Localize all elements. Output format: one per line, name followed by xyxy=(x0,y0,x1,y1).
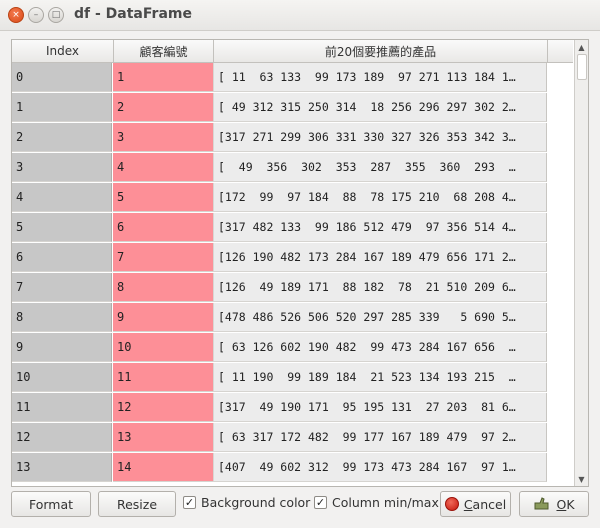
customer-id-cell[interactable]: 3 xyxy=(113,123,214,152)
table-row[interactable]: 2 3 [317 271 299 306 331 330 327 326 353 3… xyxy=(12,123,575,153)
table-row[interactable]: 4 5 [172 99 97 184 88 78 175 210 68 208 4… xyxy=(12,183,575,213)
ok-thumb-icon xyxy=(533,497,551,511)
products-cell[interactable]: [317 482 133 99 186 512 479 97 356 514 4… xyxy=(214,213,547,242)
products-cell[interactable]: [ 11 190 99 189 184 21 523 134 193 215 … xyxy=(214,363,547,392)
index-cell[interactable]: 1 xyxy=(12,93,112,122)
customer-id-cell[interactable]: 1 xyxy=(113,63,214,92)
index-cell[interactable]: 5 xyxy=(12,213,112,242)
index-cell[interactable]: 7 xyxy=(12,273,112,302)
products-cell[interactable]: [ 49 356 302 353 287 355 360 293 … xyxy=(214,153,547,182)
maximize-window-button[interactable]: □ xyxy=(48,7,64,23)
column-header-index[interactable]: Index xyxy=(12,40,114,63)
products-cell[interactable]: [407 49 602 312 99 173 473 284 167 97 1… xyxy=(214,453,547,482)
header-filler xyxy=(548,40,573,63)
column-header-products[interactable]: 前20個要推薦的產品 xyxy=(214,40,548,63)
table-row[interactable]: 5 6 [317 482 133 99 186 512 479 97 356 514… xyxy=(12,213,575,243)
customer-id-cell[interactable]: 7 xyxy=(113,243,214,272)
customer-id-cell[interactable]: 13 xyxy=(113,423,214,452)
products-cell[interactable]: [172 99 97 184 88 78 175 210 68 208 4… xyxy=(214,183,547,212)
dataframe-table[interactable]: Index 顧客編號 前20個要推薦的產品 0 1[ 11 63 133 99 1… xyxy=(11,39,589,487)
table-row[interactable]: 12 13[ 63 317 172 482 99 177 167 189 479 … xyxy=(12,423,575,453)
scroll-thumb[interactable] xyxy=(577,54,587,80)
cancel-button[interactable]: Cancel xyxy=(440,491,511,517)
table-row[interactable]: 13 14 [407 49 602 312 99 173 473 284 167 9… xyxy=(12,453,575,483)
background-color-checkbox[interactable]: ✓ Background color xyxy=(183,495,310,510)
index-cell[interactable]: 0 xyxy=(12,63,112,92)
products-cell[interactable]: [ 63 317 172 482 99 177 167 189 479 97 2… xyxy=(214,423,547,452)
index-cell[interactable]: 6 xyxy=(12,243,112,272)
products-cell[interactable]: [ 49 312 315 250 314 18 256 296 297 302 … xyxy=(214,93,547,122)
customer-id-cell[interactable]: 12 xyxy=(113,393,214,422)
index-cell[interactable]: 11 xyxy=(12,393,112,422)
index-cell[interactable]: 9 xyxy=(12,333,112,362)
customer-id-cell[interactable]: 9 xyxy=(113,303,214,332)
index-cell[interactable]: 12 xyxy=(12,423,112,452)
close-window-button[interactable]: × xyxy=(8,7,24,23)
products-cell[interactable]: [126 49 189 171 88 182 78 21 510 209 6… xyxy=(214,273,547,302)
ok-button[interactable]: OK xyxy=(519,491,589,517)
table-row[interactable]: 9 10[ 63 126 602 190 482 99 473 284 167 6… xyxy=(12,333,575,363)
index-cell[interactable]: 2 xyxy=(12,123,112,152)
products-cell[interactable]: [317 49 190 171 95 195 131 27 203 81 6… xyxy=(214,393,547,422)
products-cell[interactable]: [317 271 299 306 331 330 327 326 353 342… xyxy=(214,123,547,152)
table-row[interactable]: 6 7 [126 190 482 173 284 167 189 479 656 1… xyxy=(12,243,575,273)
customer-id-cell[interactable]: 14 xyxy=(113,453,214,482)
cancel-label: Cancel xyxy=(463,496,507,512)
check-icon[interactable]: ✓ xyxy=(314,496,327,509)
customer-id-cell[interactable]: 2 xyxy=(113,93,214,122)
check-icon[interactable]: ✓ xyxy=(183,496,196,509)
products-cell[interactable]: [478 486 526 506 520 297 285 339 5 690 5… xyxy=(214,303,547,332)
products-cell[interactable]: [126 190 482 173 284 167 189 479 656 171… xyxy=(214,243,547,272)
column-header-customer-id[interactable]: 顧客編號 xyxy=(114,40,214,63)
index-cell[interactable]: 10 xyxy=(12,363,112,392)
table-row[interactable]: 3 4[ 49 356 302 353 287 355 360 293 … xyxy=(12,153,575,183)
column-minmax-label: Column min/max xyxy=(332,495,439,510)
table-row[interactable]: 8 9 [478 486 526 506 520 297 285 339 5 690… xyxy=(12,303,575,333)
table-row[interactable]: 1 2[ 49 312 315 250 314 18 256 296 297 30… xyxy=(12,93,575,123)
index-cell[interactable]: 4 xyxy=(12,183,112,212)
table-row[interactable]: 10 11[ 11 190 99 189 184 21 523 134 193 2… xyxy=(12,363,575,393)
minimize-window-button[interactable]: – xyxy=(28,7,44,23)
cancel-circle-icon xyxy=(444,497,459,511)
table-row[interactable]: 0 1[ 11 63 133 99 173 189 97 271 113 184 … xyxy=(12,63,575,93)
background-color-label: Background color xyxy=(201,495,311,510)
customer-id-cell[interactable]: 4 xyxy=(113,153,214,182)
window-title: df - DataFrame xyxy=(74,6,192,22)
ok-label: OK xyxy=(556,496,575,512)
column-minmax-checkbox[interactable]: ✓ Column min/max xyxy=(314,495,439,510)
scroll-up-icon[interactable]: ▲ xyxy=(575,41,588,53)
customer-id-cell[interactable]: 10 xyxy=(113,333,214,362)
scroll-down-icon[interactable]: ▼ xyxy=(575,473,588,485)
customer-id-cell[interactable]: 8 xyxy=(113,273,214,302)
format-button[interactable]: Format xyxy=(11,491,91,517)
products-cell[interactable]: [ 11 63 133 99 173 189 97 271 113 184 1… xyxy=(214,63,547,92)
index-cell[interactable]: 3 xyxy=(12,153,112,182)
title-bar: × – □ df - DataFrame xyxy=(0,0,600,31)
resize-button[interactable]: Resize xyxy=(98,491,176,517)
customer-id-cell[interactable]: 5 xyxy=(113,183,214,212)
table-row[interactable]: 7 8 [126 49 189 171 88 182 78 21 510 209 6… xyxy=(12,273,575,303)
table-row[interactable]: 11 12 [317 49 190 171 95 195 131 27 203 81… xyxy=(12,393,575,423)
customer-id-cell[interactable]: 11 xyxy=(113,363,214,392)
products-cell[interactable]: [ 63 126 602 190 482 99 473 284 167 656 … xyxy=(214,333,547,362)
vertical-scrollbar[interactable]: ▲ ▼ xyxy=(574,40,588,486)
index-cell[interactable]: 8 xyxy=(12,303,112,332)
index-cell[interactable]: 13 xyxy=(12,453,112,482)
customer-id-cell[interactable]: 6 xyxy=(113,213,214,242)
